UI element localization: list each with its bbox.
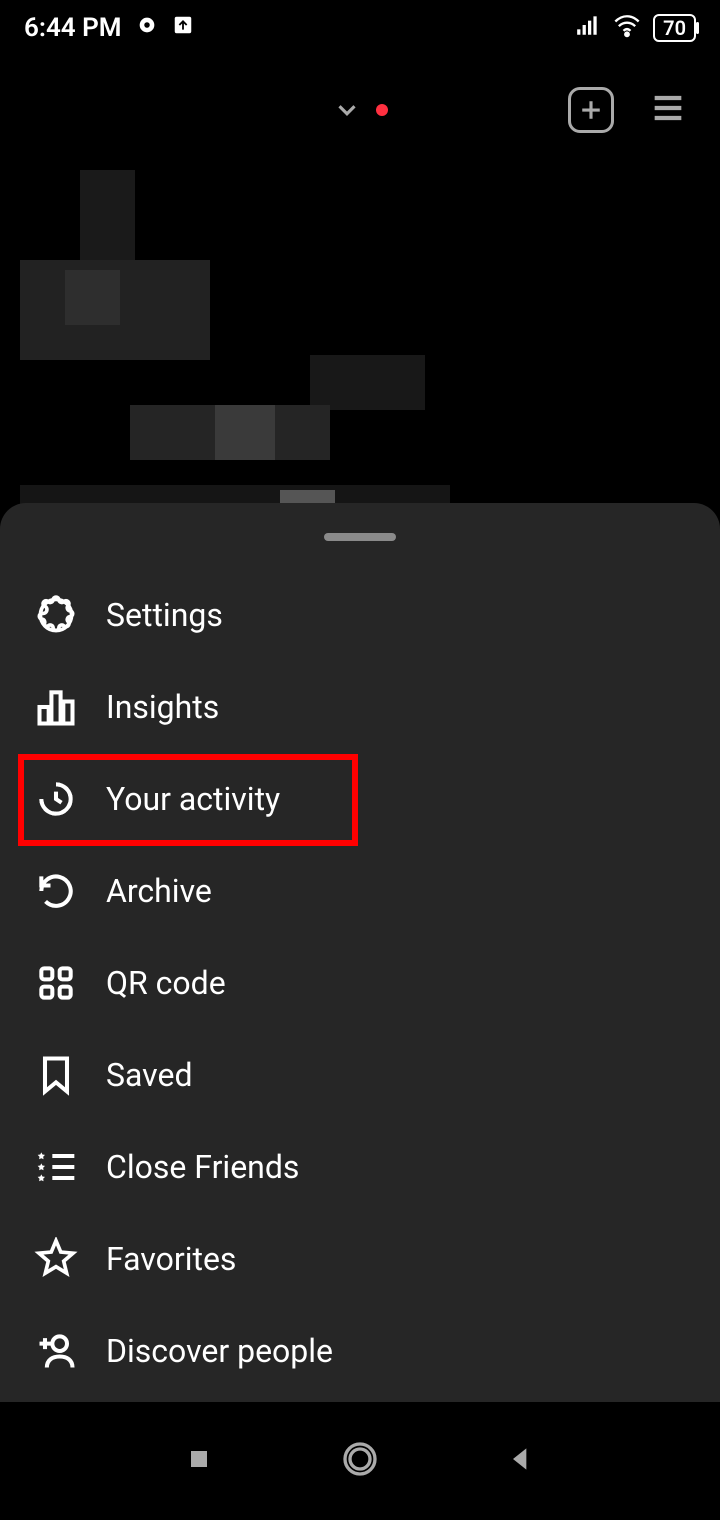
menu-label: Saved	[106, 1056, 192, 1094]
nav-back-button[interactable]	[505, 1443, 537, 1479]
menu-item-settings[interactable]: Settings	[0, 569, 720, 661]
menu-label: Archive	[106, 872, 212, 910]
menu-item-close-friends[interactable]: Close Friends	[0, 1121, 720, 1213]
obscured-content	[20, 170, 450, 510]
nav-recents-button[interactable]	[183, 1443, 215, 1479]
nav-home-button[interactable]	[340, 1439, 380, 1483]
menu-item-discover-people[interactable]: Discover people	[0, 1305, 720, 1397]
activity-icon	[34, 777, 78, 821]
discover-icon	[34, 1329, 78, 1373]
insights-icon	[34, 685, 78, 729]
menu-label: Insights	[106, 688, 219, 726]
profile-topbar	[0, 80, 720, 140]
signal-icon	[575, 12, 601, 45]
hamburger-menu-button[interactable]	[648, 88, 688, 132]
star-icon	[34, 1237, 78, 1281]
bookmark-icon	[34, 1053, 78, 1097]
account-switcher[interactable]	[332, 95, 388, 125]
menu-label: Discover people	[106, 1332, 333, 1370]
hamburger-icon	[648, 88, 688, 128]
chevron-down-icon	[332, 95, 362, 125]
status-time: 6:44 PM	[24, 13, 122, 43]
menu-label: QR code	[106, 964, 226, 1002]
sheet-handle[interactable]	[324, 533, 396, 541]
status-bar: 6:44 PM 70	[0, 0, 720, 56]
menu-label: Close Friends	[106, 1148, 299, 1186]
profile-menu-sheet: Settings Insights Your activity Archive …	[0, 503, 720, 1402]
menu-item-favorites[interactable]: Favorites	[0, 1213, 720, 1305]
menu-label: Favorites	[106, 1240, 236, 1278]
status-upload-icon	[172, 13, 194, 43]
gear-icon	[34, 593, 78, 637]
archive-icon	[34, 869, 78, 913]
status-app-icon	[136, 13, 158, 43]
menu-item-qrcode[interactable]: QR code	[0, 937, 720, 1029]
android-navbar	[0, 1402, 720, 1520]
wifi-icon	[613, 11, 641, 46]
qrcode-icon	[34, 961, 78, 1005]
menu-item-insights[interactable]: Insights	[0, 661, 720, 753]
menu-item-your-activity[interactable]: Your activity	[0, 753, 720, 845]
create-button[interactable]	[568, 87, 614, 133]
menu-label: Settings	[106, 596, 223, 634]
notification-dot	[376, 104, 388, 116]
menu-label: Your activity	[106, 780, 280, 818]
menu-item-saved[interactable]: Saved	[0, 1029, 720, 1121]
closefriends-icon	[34, 1145, 78, 1189]
plus-icon	[576, 95, 606, 125]
battery-indicator: 70	[653, 14, 696, 42]
menu-item-archive[interactable]: Archive	[0, 845, 720, 937]
